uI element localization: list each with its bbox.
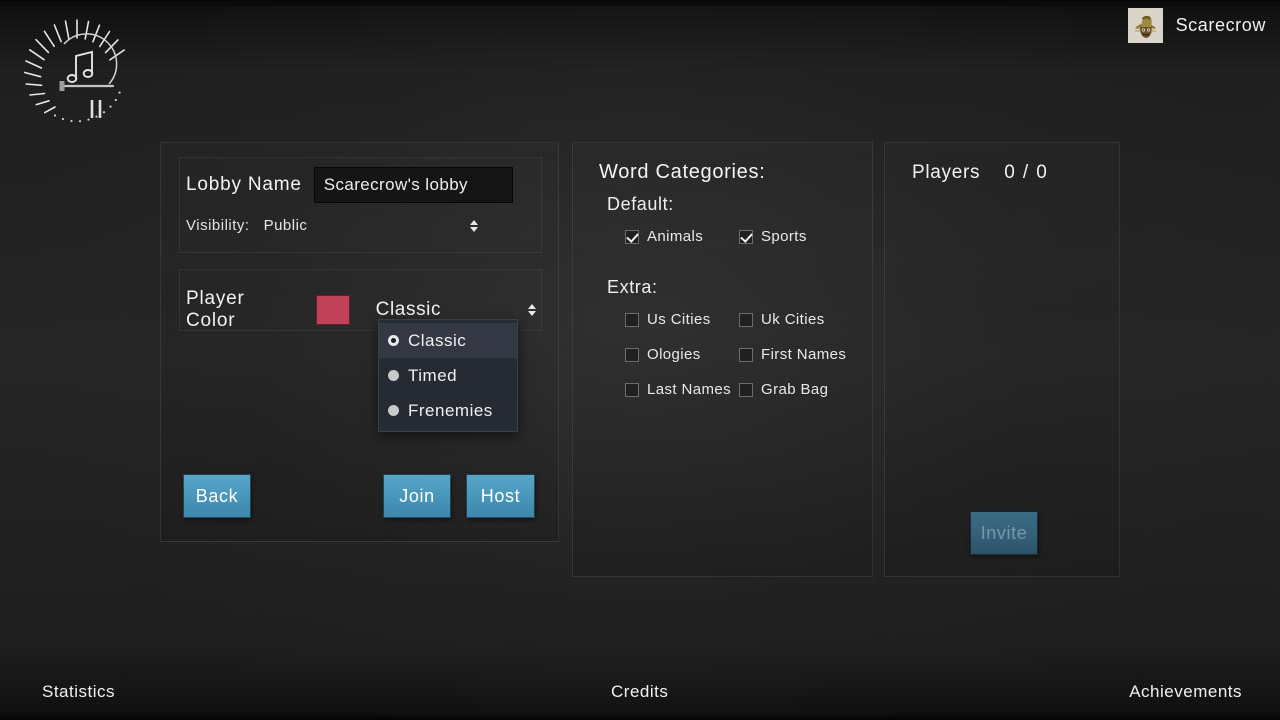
game-mode-option-label: Timed bbox=[408, 365, 458, 385]
footer-credits-link[interactable]: Credits bbox=[611, 682, 668, 702]
game-mode-option-label: Frenemies bbox=[408, 400, 493, 420]
lobby-name-row: Lobby Name bbox=[186, 167, 513, 203]
top-edge-strip bbox=[0, 0, 1280, 6]
checkbox-checked-icon[interactable] bbox=[625, 229, 639, 244]
lobby-name-input[interactable] bbox=[313, 167, 513, 203]
invite-button[interactable]: Invite bbox=[970, 511, 1038, 555]
host-button[interactable]: Host bbox=[466, 474, 535, 518]
scarecrow-avatar-icon bbox=[1129, 10, 1161, 41]
avatar[interactable] bbox=[1127, 8, 1163, 43]
game-mode-dropdown[interactable]: Classic Timed Frenemies bbox=[378, 319, 518, 432]
bottom-edge-strip bbox=[0, 714, 1280, 720]
category-label: First Names bbox=[761, 346, 847, 363]
checkbox-unchecked-icon[interactable] bbox=[625, 347, 639, 362]
chevron-down-icon bbox=[470, 226, 478, 232]
default-categories-grid: Animals Sports bbox=[625, 228, 853, 245]
category-uk-cities[interactable]: Uk Cities bbox=[739, 311, 853, 328]
music-player-widget[interactable] bbox=[18, 12, 136, 130]
footer-achievements-link[interactable]: Achievements bbox=[1129, 682, 1242, 702]
back-button[interactable]: Back bbox=[183, 474, 251, 518]
player-color-label: Player Color bbox=[186, 288, 245, 331]
profile-badge[interactable]: Scarecrow bbox=[1127, 8, 1266, 43]
players-label: Players bbox=[912, 162, 981, 183]
visibility-stepper-icon[interactable] bbox=[470, 219, 478, 232]
word-categories-panel: Word Categories: Default: Animals Sports… bbox=[572, 142, 873, 577]
radio-unselected-icon bbox=[388, 405, 399, 416]
radio-unselected-icon bbox=[388, 370, 399, 381]
players-count: 0 / 0 bbox=[1004, 162, 1049, 183]
category-label: Sports bbox=[761, 228, 807, 245]
checkbox-unchecked-icon[interactable] bbox=[625, 312, 639, 327]
music-note-icon bbox=[66, 50, 94, 83]
profile-name: Scarecrow bbox=[1175, 15, 1266, 35]
category-us-cities[interactable]: Us Cities bbox=[625, 311, 739, 328]
category-label: Uk Cities bbox=[761, 311, 825, 328]
category-first-names[interactable]: First Names bbox=[739, 346, 853, 363]
category-label: Ologies bbox=[647, 346, 701, 363]
category-animals[interactable]: Animals bbox=[625, 228, 739, 245]
checkbox-unchecked-icon[interactable] bbox=[739, 347, 753, 362]
extra-categories-label: Extra: bbox=[607, 277, 658, 297]
chevron-up-icon bbox=[470, 219, 478, 225]
game-mode-value: Classic bbox=[375, 299, 442, 320]
category-last-names[interactable]: Last Names bbox=[625, 381, 739, 398]
game-mode-option-label: Classic bbox=[408, 330, 467, 350]
chevron-down-icon bbox=[528, 311, 536, 316]
players-panel: Players 0 / 0 Invite bbox=[884, 142, 1120, 577]
game-mode-option-timed[interactable]: Timed bbox=[379, 358, 517, 393]
game-mode-stepper-icon[interactable] bbox=[528, 304, 536, 316]
checkbox-unchecked-icon[interactable] bbox=[625, 382, 639, 397]
checkbox-unchecked-icon[interactable] bbox=[739, 312, 753, 327]
category-label: Us Cities bbox=[647, 311, 711, 328]
players-header: Players 0 / 0 bbox=[912, 162, 1048, 184]
visibility-value: Public bbox=[263, 217, 308, 234]
footer-statistics-link[interactable]: Statistics bbox=[42, 682, 115, 702]
game-mode-option-frenemies[interactable]: Frenemies bbox=[379, 393, 517, 428]
extra-categories-grid: Us Cities Uk Cities Ologies First Names … bbox=[625, 311, 853, 398]
chevron-up-icon bbox=[528, 304, 536, 309]
category-sports[interactable]: Sports bbox=[739, 228, 853, 245]
category-ologies[interactable]: Ologies bbox=[625, 346, 739, 363]
volume-slider-handle bbox=[59, 81, 65, 91]
category-grab-bag[interactable]: Grab Bag bbox=[739, 381, 853, 398]
visibility-row[interactable]: Visibility: Public bbox=[186, 217, 516, 234]
word-categories-title: Word Categories: bbox=[599, 161, 766, 183]
player-color-swatch[interactable] bbox=[315, 295, 350, 325]
checkbox-unchecked-icon[interactable] bbox=[739, 382, 753, 397]
default-categories-label: Default: bbox=[607, 194, 674, 214]
visibility-label: Visibility: bbox=[186, 217, 250, 234]
lobby-name-label: Lobby Name bbox=[186, 174, 302, 195]
music-widget-graphic bbox=[24, 19, 125, 123]
join-button[interactable]: Join bbox=[383, 474, 451, 518]
pause-icon bbox=[90, 100, 102, 118]
category-label: Animals bbox=[647, 228, 704, 245]
checkbox-checked-icon[interactable] bbox=[739, 229, 753, 244]
game-mode-option-classic[interactable]: Classic bbox=[379, 323, 517, 358]
game-mode-select[interactable]: Classic bbox=[376, 299, 536, 321]
radio-selected-icon bbox=[388, 335, 399, 346]
category-label: Grab Bag bbox=[761, 381, 829, 398]
category-label: Last Names bbox=[647, 381, 732, 398]
